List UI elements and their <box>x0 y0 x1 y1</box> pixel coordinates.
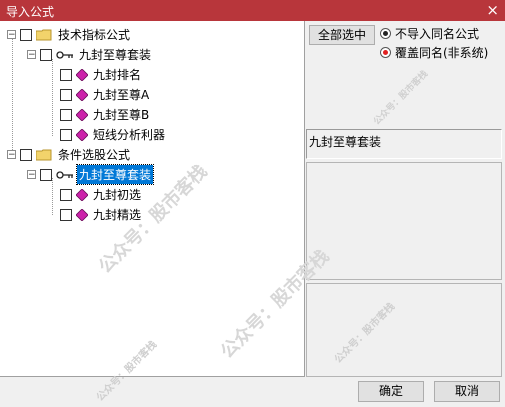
tree-label: 条件选股公式 <box>58 148 131 162</box>
tree-leaf[interactable]: 九封排名 <box>60 65 143 84</box>
radio-no-import[interactable]: 不导入同名公式 <box>380 25 479 42</box>
radio-label: 不导入同名公式 <box>395 27 480 41</box>
watermark: 公众号：股市客栈 <box>372 69 431 128</box>
checkbox[interactable] <box>60 88 72 101</box>
tree-node-suite[interactable]: − 九封至尊套装 <box>27 45 153 64</box>
collapse-icon[interactable]: − <box>27 50 36 60</box>
radio-overwrite[interactable]: 覆盖同名(非系统) <box>380 44 488 61</box>
formula-diamond-icon <box>76 68 88 81</box>
selected-name-text: 九封至尊套装 <box>309 135 382 149</box>
checkbox[interactable] <box>20 148 32 161</box>
tree-leaf[interactable]: 短线分析利器 <box>60 125 167 144</box>
checkbox[interactable] <box>60 128 72 141</box>
checkbox[interactable] <box>60 68 72 81</box>
key-icon <box>56 50 73 59</box>
checkbox[interactable] <box>20 28 32 41</box>
formula-diamond-icon <box>76 208 88 221</box>
checkbox[interactable] <box>40 48 52 61</box>
preview-panel-bottom <box>306 283 502 377</box>
formula-diamond-icon <box>76 88 88 101</box>
close-icon[interactable]: × <box>486 1 499 19</box>
checkbox[interactable] <box>60 188 72 201</box>
select-all-button[interactable]: 全部选中 <box>309 25 375 45</box>
tree-label: 九封至尊A <box>93 88 150 102</box>
tree-label: 九封排名 <box>93 68 142 82</box>
tree-label: 九封至尊B <box>93 108 150 122</box>
checkbox[interactable] <box>60 108 72 121</box>
tree-leaf[interactable]: 九封至尊B <box>60 105 151 124</box>
radio-icon[interactable] <box>380 47 391 58</box>
ok-button[interactable]: 确定 <box>358 381 424 402</box>
radio-label: 覆盖同名(非系统) <box>395 46 489 60</box>
tree-label-selected: 九封至尊套装 <box>75 164 155 185</box>
tree-label: 九封初选 <box>93 188 142 202</box>
formula-diamond-icon <box>76 108 88 121</box>
checkbox[interactable] <box>40 168 52 181</box>
key-icon <box>56 170 73 179</box>
folder-icon <box>36 29 52 40</box>
tree-connector <box>12 39 13 156</box>
collapse-icon[interactable]: − <box>7 150 16 160</box>
tree-label: 短线分析利器 <box>93 128 166 142</box>
formula-tree[interactable]: − 技术指标公式 − 九封至尊套装 九封排名 九封至尊A 九封至尊B 短线分析利… <box>0 21 305 377</box>
tree-node-indicator-formulas[interactable]: − 技术指标公式 <box>7 25 132 44</box>
tree-label: 九封至尊套装 <box>79 48 152 62</box>
tree-leaf[interactable]: 九封精选 <box>60 205 143 224</box>
cancel-button[interactable]: 取消 <box>434 381 500 402</box>
radio-icon[interactable] <box>380 28 391 39</box>
checkbox[interactable] <box>60 208 72 221</box>
tree-node-screening-formulas[interactable]: − 条件选股公式 <box>7 145 132 164</box>
tree-label: 技术指标公式 <box>58 28 131 42</box>
tree-label: 九封精选 <box>93 208 142 222</box>
tree-node-suite-selected[interactable]: − 九封至尊套装 <box>27 164 155 185</box>
tree-leaf[interactable]: 九封初选 <box>60 185 143 204</box>
formula-diamond-icon <box>76 188 88 201</box>
tree-leaf[interactable]: 九封至尊A <box>60 85 151 104</box>
preview-panel-top <box>306 162 502 280</box>
selected-name-box: 九封至尊套装 <box>306 129 502 159</box>
title-bar: 导入公式 × <box>0 0 505 21</box>
collapse-icon[interactable]: − <box>27 170 36 180</box>
window-title: 导入公式 <box>6 5 55 19</box>
tree-connector <box>52 59 53 136</box>
formula-diamond-icon <box>76 128 88 141</box>
folder-icon <box>36 149 52 160</box>
collapse-icon[interactable]: − <box>7 30 16 40</box>
